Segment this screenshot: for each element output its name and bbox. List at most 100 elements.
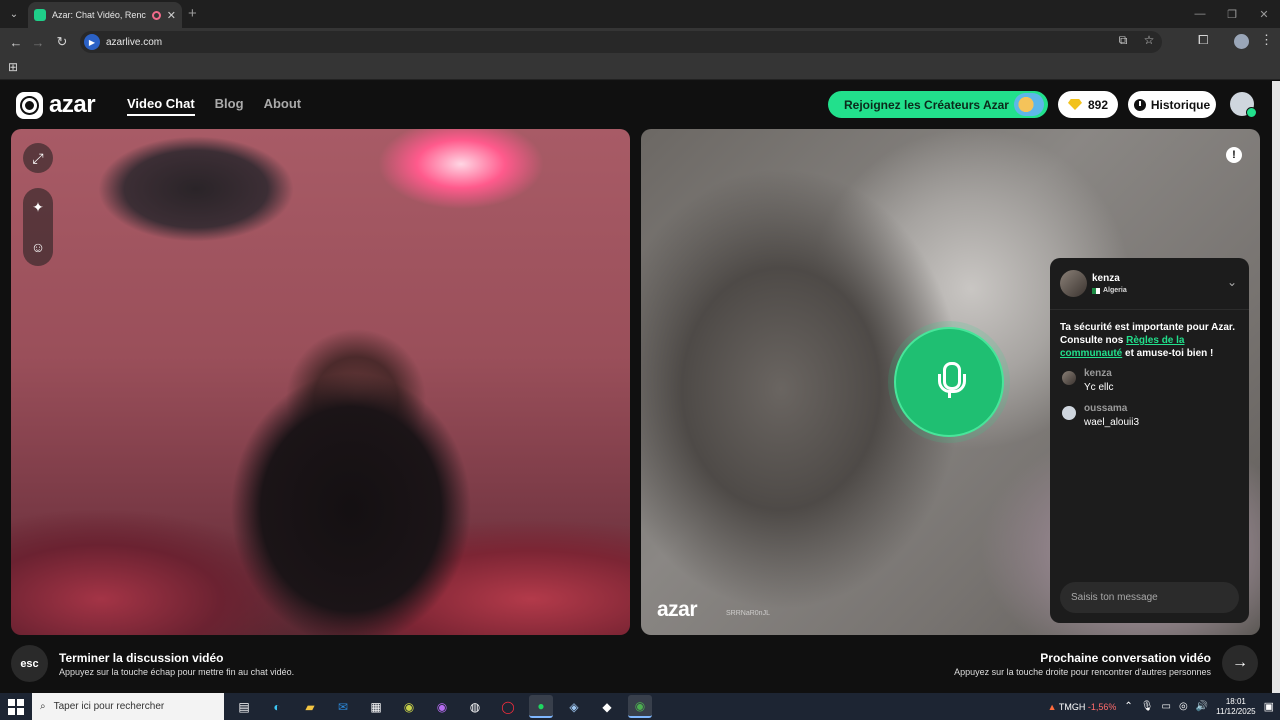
- window-controls: — ❐ ✕: [1184, 0, 1280, 28]
- page-scrollbar[interactable]: [1272, 81, 1280, 693]
- gems-balance-button[interactable]: 892: [1058, 91, 1118, 118]
- chrome-icon[interactable]: ◉: [628, 695, 652, 718]
- end-chat-hint: Appuyez sur la touche échap pour mettre …: [59, 667, 295, 677]
- search-icon: ⌕: [40, 701, 46, 712]
- report-icon[interactable]: !: [1226, 147, 1242, 163]
- logo-text: azar: [49, 91, 96, 118]
- taskbar-apps: ▤ ◐ ▰ ✉ ▦ ◉ ◉ ◍ ◯ ● ◈ ◆ ◉: [232, 695, 652, 718]
- windows-taskbar: ⌕ Taper ici pour rechercher ▤ ◐ ▰ ✉ ▦ ◉ …: [0, 693, 1280, 720]
- app-icon-2[interactable]: ◉: [430, 695, 454, 718]
- browser-tab-azar[interactable]: Azar: Chat Vidéo, Rencontre ✕: [28, 2, 182, 28]
- partner-country: Algeria: [1092, 287, 1127, 294]
- microphone-tray-icon[interactable]: 🎙: [1141, 701, 1154, 712]
- ticker-name: TMGH: [1058, 701, 1086, 712]
- safety-suffix: et amuse-toi bien !: [1122, 348, 1214, 359]
- microsoft-store-icon[interactable]: ▦: [364, 695, 388, 718]
- profile-avatar-icon[interactable]: [1234, 34, 1249, 49]
- close-window-button[interactable]: ✕: [1248, 0, 1280, 28]
- back-arrow-icon[interactable]: ←: [6, 32, 26, 52]
- spotify-icon[interactable]: ●: [529, 695, 553, 718]
- sparkle-effects-icon[interactable]: ✦: [32, 199, 44, 216]
- browser-menu-icon[interactable]: ⋮: [1260, 32, 1273, 48]
- opera-icon[interactable]: ◯: [496, 695, 520, 718]
- next-chat-hint: Appuyez sur la touche droite pour rencon…: [954, 667, 1211, 677]
- network-icon[interactable]: ◎: [1179, 701, 1188, 712]
- site-info-icon[interactable]: ▶: [84, 34, 100, 50]
- history-button[interactable]: Historique: [1128, 91, 1216, 118]
- algeria-flag-icon: [1092, 287, 1100, 294]
- restore-button[interactable]: ❐: [1216, 0, 1248, 28]
- taskbar-search-placeholder: Taper ici pour rechercher: [53, 701, 165, 712]
- notifications-icon[interactable]: ▣: [1264, 700, 1274, 713]
- message-text: wael_alouii3: [1084, 417, 1140, 428]
- watermark-id: SRRNaR0nJL: [726, 610, 770, 617]
- partner-avatar[interactable]: [1060, 270, 1087, 297]
- message-avatar: [1062, 406, 1076, 420]
- creators-badge-icon: [1014, 93, 1044, 116]
- next-chat-arrow-button[interactable]: →: [1222, 645, 1258, 681]
- message-avatar: [1062, 371, 1076, 385]
- ticker-change: -1,56%: [1087, 701, 1117, 712]
- minimize-button[interactable]: —: [1184, 0, 1216, 28]
- bookmark-star-icon[interactable]: ☆: [1140, 33, 1158, 48]
- azar-logo-icon: [16, 91, 43, 119]
- tab-search-chevron-icon[interactable]: ⌄: [4, 4, 24, 24]
- end-chat-title: Terminer la discussion vidéo: [59, 651, 224, 665]
- extensions-puzzle-icon[interactable]: ⧠: [1198, 32, 1208, 48]
- file-explorer-icon[interactable]: ▰: [298, 695, 322, 718]
- nav-about[interactable]: About: [264, 96, 302, 116]
- azar-favicon-icon: [34, 9, 46, 21]
- stock-ticker[interactable]: ▲ TMGH -1,56%: [1048, 702, 1117, 712]
- nav-blog[interactable]: Blog: [215, 96, 244, 116]
- install-app-icon[interactable]: ⧉: [1114, 33, 1132, 48]
- steam-icon[interactable]: ◈: [562, 695, 586, 718]
- app-icon-4[interactable]: ◆: [595, 695, 619, 718]
- microphone-icon: [935, 362, 966, 402]
- address-bar[interactable]: ▶ azarlive.com ⧉ ☆: [80, 31, 1162, 53]
- azar-page: azar Video Chat Blog About Rejoignez les…: [0, 81, 1272, 693]
- partner-name: kenza: [1092, 273, 1120, 284]
- browser-toolbar: ← → ↻ ▶ azarlive.com ⧉ ☆ ⧠ ⋮: [0, 28, 1280, 56]
- browser-tab-strip: ⌄ Azar: Chat Vidéo, Rencontre ✕ + — ❐ ✕: [0, 0, 1280, 28]
- gems-count: 892: [1087, 97, 1109, 112]
- end-chat-esc-button[interactable]: esc: [11, 645, 48, 682]
- remote-video-feed: ! azar SRRNaR0nJL kenza Algeria ⌄ Ta séc…: [641, 129, 1260, 635]
- chat-panel: kenza Algeria ⌄ Ta sécurité est importan…: [1050, 258, 1249, 623]
- nav-video-chat[interactable]: Video Chat: [127, 96, 195, 116]
- close-tab-icon[interactable]: ✕: [167, 9, 176, 22]
- chat-message-input[interactable]: [1060, 582, 1239, 613]
- chevron-down-icon[interactable]: ⌄: [1227, 275, 1237, 289]
- windows-start-icon[interactable]: [8, 699, 24, 715]
- forward-arrow-icon[interactable]: →: [28, 32, 48, 52]
- user-profile-avatar[interactable]: [1230, 92, 1257, 118]
- join-creators-button[interactable]: Rejoignez les Créateurs Azar: [828, 91, 1048, 118]
- date-text: 11/12/2025: [1216, 706, 1256, 716]
- join-creators-label: Rejoignez les Créateurs Azar: [844, 97, 1009, 112]
- tab-title: Azar: Chat Vidéo, Rencontre: [52, 10, 146, 20]
- tray-chevron-up-icon[interactable]: ⌃: [1124, 701, 1132, 712]
- taskbar-clock[interactable]: 18:01 11/12/2025: [1216, 697, 1255, 717]
- battery-icon[interactable]: ▭: [1162, 701, 1171, 712]
- reload-icon[interactable]: ↻: [52, 32, 72, 52]
- volume-icon[interactable]: 🔊: [1196, 701, 1208, 712]
- message-text: Yc ellc: [1084, 382, 1114, 393]
- clock-icon: [1133, 98, 1146, 111]
- app-icon-1[interactable]: ◉: [397, 695, 421, 718]
- azar-watermark: azar: [657, 598, 698, 621]
- bookmarks-bar: ⊞: [0, 56, 1280, 80]
- apps-grid-icon[interactable]: ⊞: [8, 60, 18, 74]
- face-mask-icon[interactable]: ☺: [31, 239, 45, 255]
- swap-video-icon[interactable]: ⤢: [23, 143, 53, 173]
- safety-notice: Ta sécurité est importante pour Azar. Co…: [1060, 321, 1245, 360]
- next-chat-title: Prochaine conversation vidéo: [1040, 651, 1211, 665]
- outlook-icon[interactable]: ✉: [331, 695, 355, 718]
- local-video-feed: ⤢ ✦ ☺: [11, 129, 630, 635]
- new-tab-button[interactable]: +: [188, 5, 197, 22]
- app-icon-3[interactable]: ◍: [463, 695, 487, 718]
- azar-logo[interactable]: azar: [16, 91, 96, 119]
- microphone-button[interactable]: [894, 327, 1004, 437]
- url-text: azarlive.com: [106, 36, 163, 48]
- taskbar-search[interactable]: ⌕ Taper ici pour rechercher: [32, 693, 224, 720]
- edge-icon[interactable]: ◐: [265, 695, 289, 718]
- task-view-icon[interactable]: ▤: [232, 695, 256, 718]
